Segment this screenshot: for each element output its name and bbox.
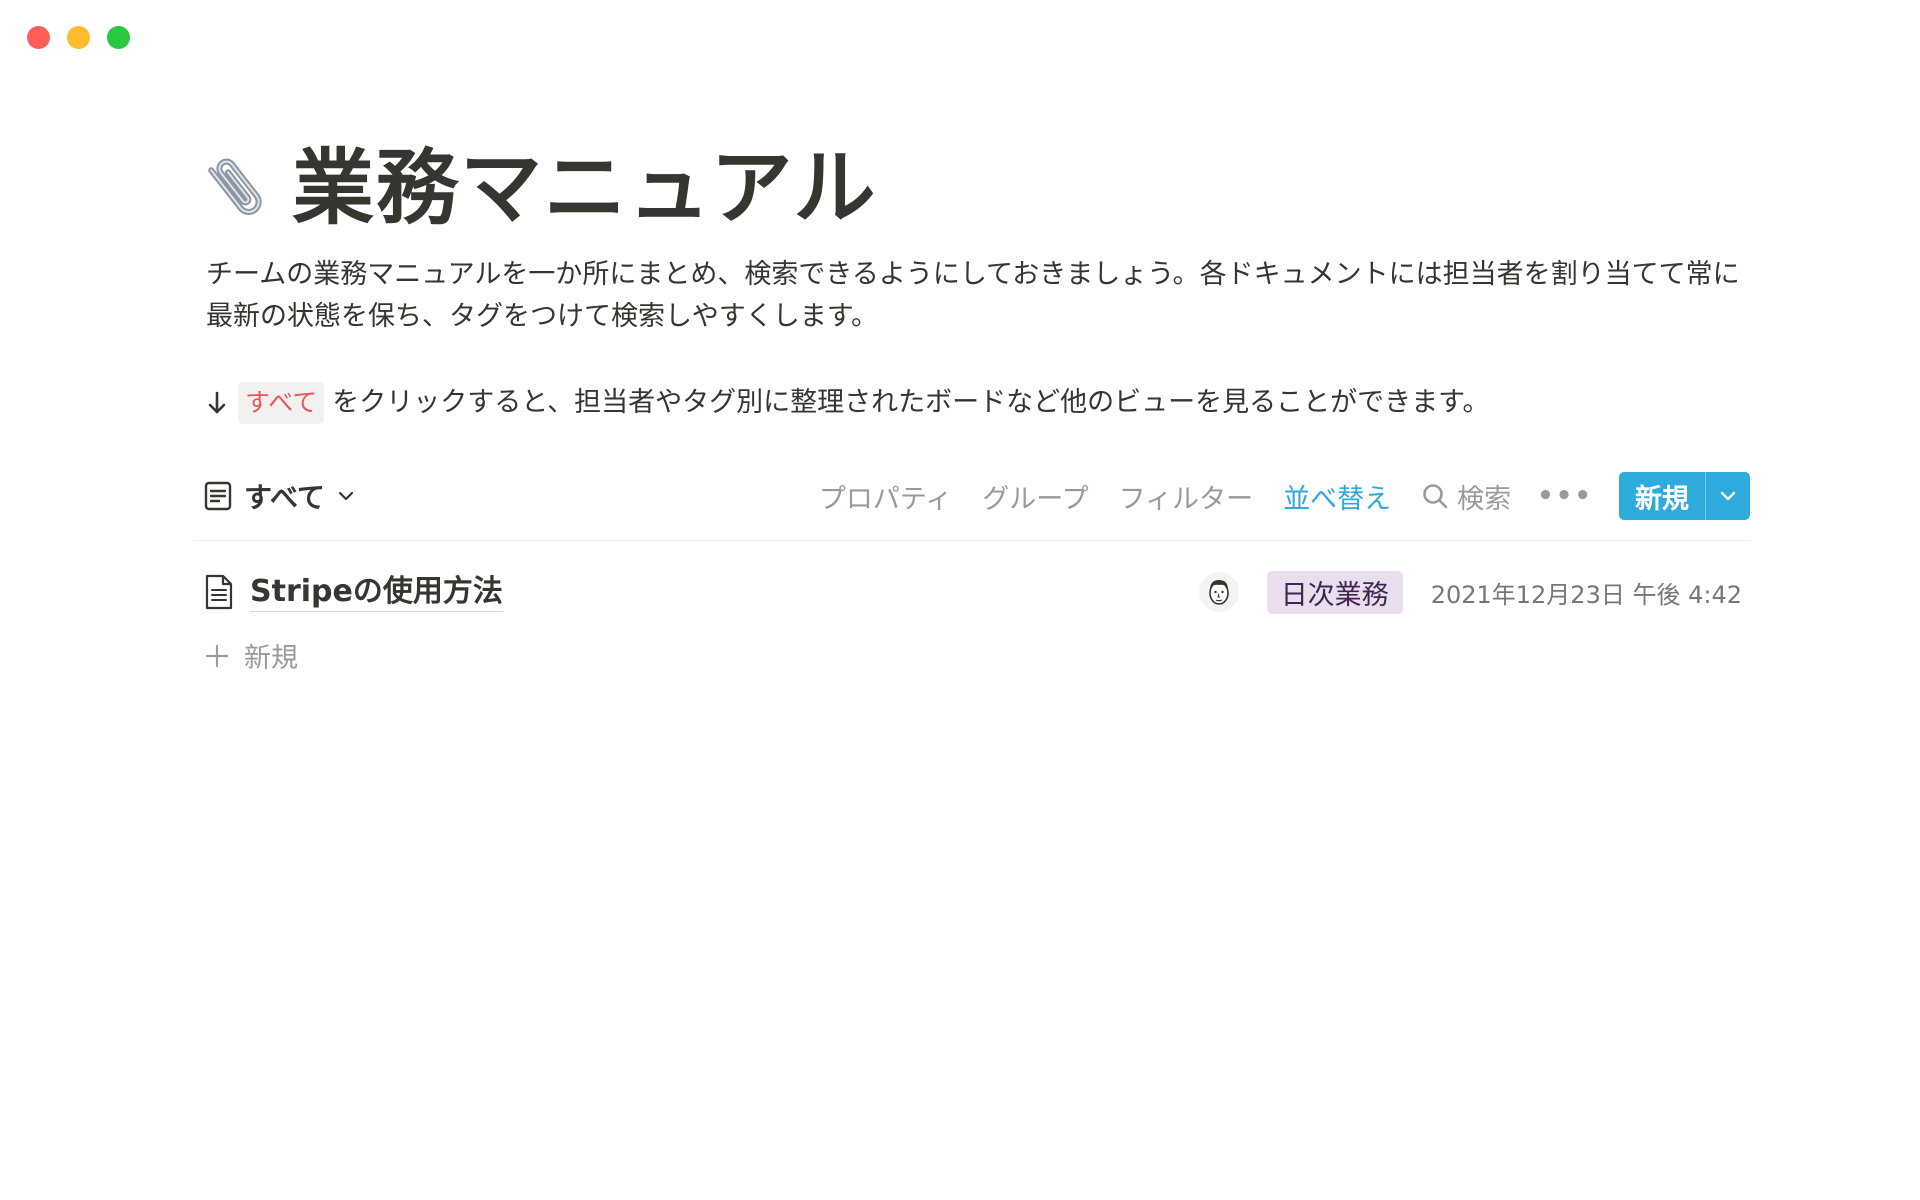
list-item-properties: 日次業務 2021年12月23日 午後 4:42 [1198, 570, 1742, 614]
page-description: チームの業務マニュアルを一か所にまとめ、検索できるようにしておきましょう。各ドキ… [206, 259, 1740, 332]
view-selector[interactable]: すべて [204, 476, 355, 516]
search-icon [1423, 484, 1448, 509]
new-entry-button[interactable]: 新規 [1619, 472, 1706, 520]
toolbar-actions: プロパティ グループ フィルター 並べ替え 検索 ••• 新規 [819, 472, 1750, 520]
group-button[interactable]: グループ [982, 477, 1088, 516]
view-hint: すべて をクリックすると、担当者やタグ別に整理されたボードなど他のビューを見るこ… [206, 382, 1489, 424]
page-header: 業務マニュアル [200, 148, 878, 230]
list-item-title[interactable]: Stripeの使用方法 [250, 573, 503, 612]
hint-text: をクリックすると、担当者やタグ別に整理されたボードなど他のビューを見ることができ… [332, 387, 1490, 418]
page-icon [205, 574, 233, 610]
created-date: 2021年12月23日 午後 4:42 [1430, 580, 1742, 609]
add-new-row-button[interactable]: 新規 [204, 636, 298, 675]
view-label: すべて [244, 481, 325, 514]
search-button[interactable]: 検索 [1421, 477, 1511, 516]
close-window-button[interactable] [27, 26, 50, 49]
properties-button[interactable]: プロパティ [819, 477, 952, 516]
filter-button[interactable]: フィルター [1119, 477, 1253, 516]
inline-code: すべて [238, 382, 325, 424]
app-window: 業務マニュアル チームの業務マニュアルを一か所にまとめ、検索できるようにしておき… [0, 0, 1920, 1200]
page-title[interactable]: 業務マニュアル [292, 148, 878, 230]
database-toolbar: すべて プロパティ グループ フィルター 並べ替え 検索 ••• 新規 [194, 470, 1750, 522]
sort-button[interactable]: 並べ替え [1283, 477, 1391, 516]
more-options-button[interactable]: ••• [1537, 481, 1593, 511]
new-entry-button-group: 新規 [1619, 472, 1750, 520]
plus-icon [205, 644, 229, 667]
tag-badge[interactable]: 日次業務 [1266, 570, 1403, 614]
maximize-window-button[interactable] [107, 26, 130, 49]
list-item-main: Stripeの使用方法 [204, 573, 503, 612]
list-item[interactable]: Stripeの使用方法 日次業務 2021年12月23日 午後 4:42 [194, 566, 1750, 618]
chevron-down-icon [1720, 491, 1736, 501]
list-view-icon [204, 481, 232, 511]
minimize-window-button[interactable] [67, 26, 90, 49]
new-template-dropdown-button[interactable] [1706, 472, 1750, 520]
add-row-label: 新規 [244, 643, 298, 674]
paperclip-icon[interactable] [200, 149, 272, 229]
chevron-down-icon [338, 491, 354, 501]
avatar[interactable] [1198, 572, 1239, 612]
window-controls [27, 26, 130, 49]
toolbar-divider [194, 540, 1750, 541]
search-label: 検索 [1457, 483, 1512, 515]
arrow-down-icon [208, 391, 226, 414]
